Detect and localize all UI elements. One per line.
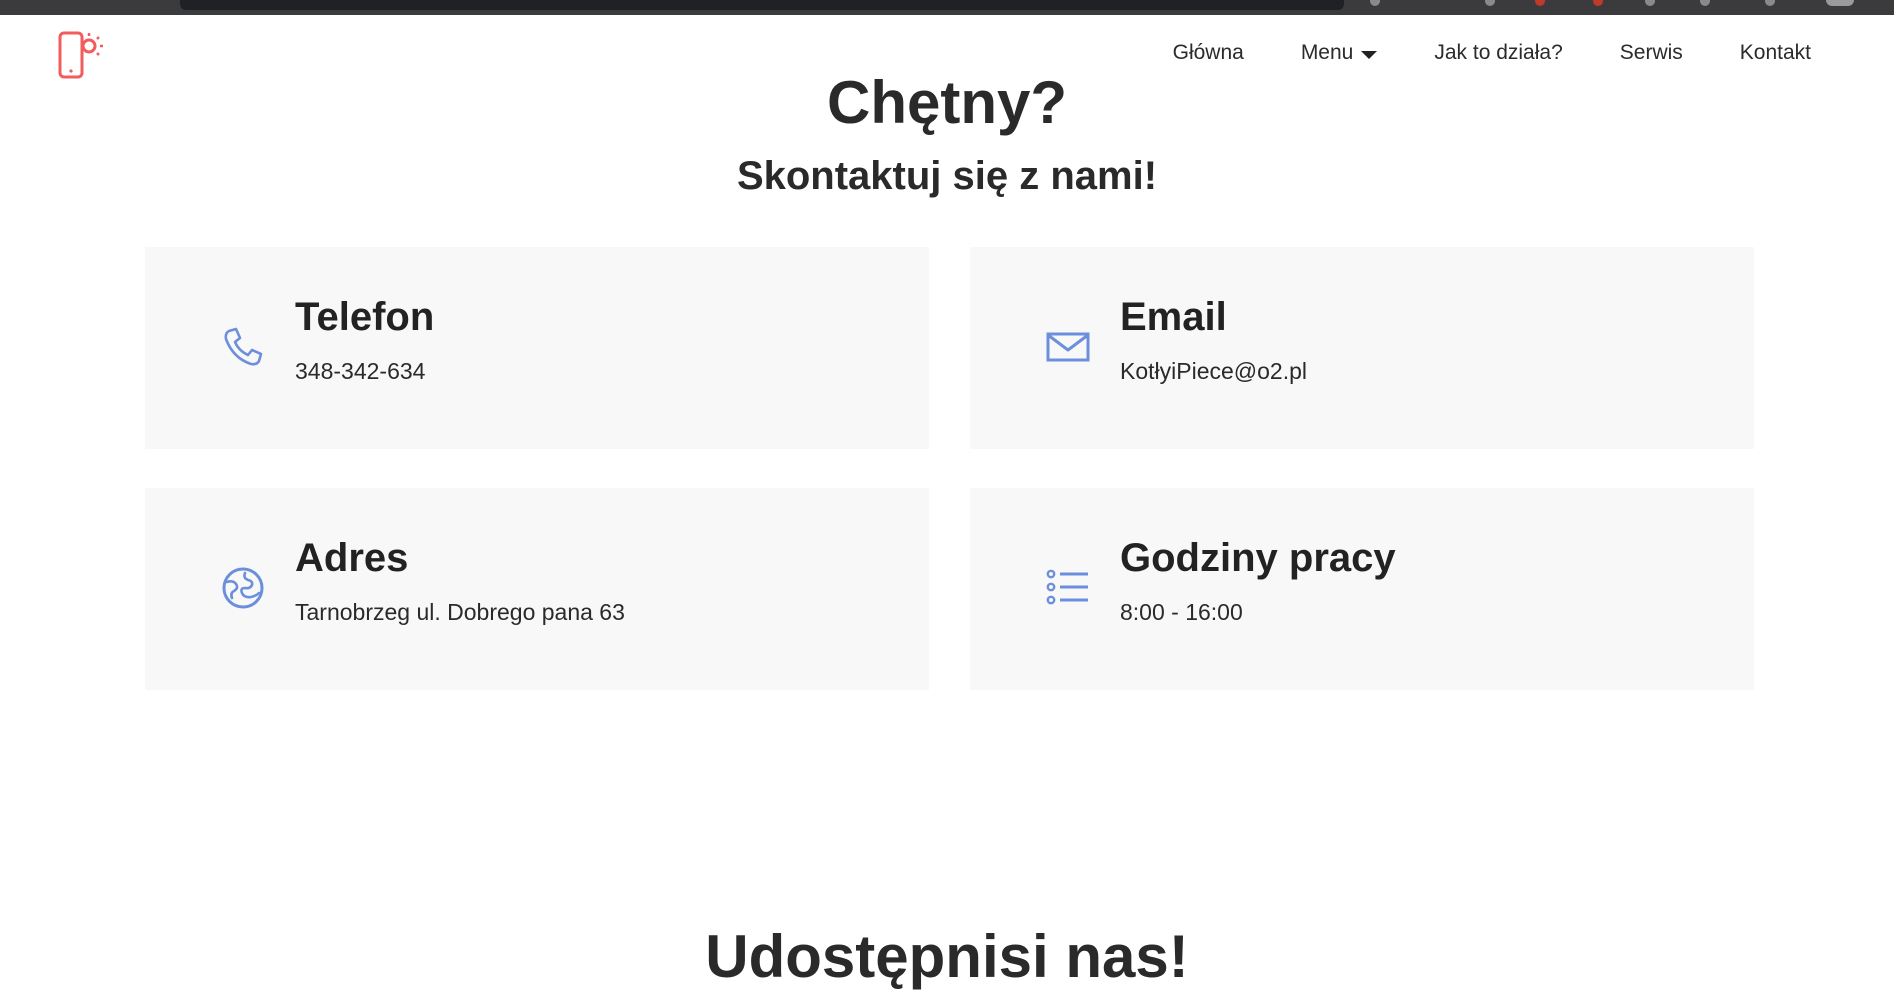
page-subtitle: Skontaktuj się z nami!: [736, 154, 1158, 198]
browser-toolbar: [0, 0, 1894, 15]
mail-icon: [1046, 325, 1090, 369]
profile-avatar[interactable]: [1826, 0, 1854, 6]
phone-number[interactable]: 348-342-634: [295, 357, 425, 385]
working-hours: 8:00 - 16:00: [1120, 599, 1243, 625]
nav-item-kontakt[interactable]: Kontakt: [1740, 41, 1811, 65]
address-text: Tarnobrzeg ul. Dobrego pana 63: [295, 599, 625, 625]
nav-item-label: Serwis: [1619, 41, 1683, 64]
extension-icon[interactable]: [1593, 0, 1603, 6]
card-title: Email: [1120, 295, 1227, 339]
nav-item-label: Menu: [1300, 41, 1354, 64]
card-title: Adres: [295, 536, 409, 580]
extension-icon[interactable]: [1535, 0, 1545, 6]
email-address[interactable]: KotłyiPiece@o2.pl: [1120, 357, 1307, 385]
page-title: Chętny?: [827, 69, 1067, 136]
section-title: Udostępnisi nas!: [705, 923, 1189, 990]
nav-item-menu[interactable]: Menu: [1301, 41, 1378, 65]
nav-item-jak-to-dziala[interactable]: Jak to działa?: [1434, 41, 1562, 65]
extension-icon[interactable]: [1485, 0, 1495, 6]
nav-item-glowna[interactable]: Główna: [1173, 41, 1244, 65]
nav-item-serwis[interactable]: Serwis: [1620, 41, 1683, 65]
card-title: Telefon: [295, 295, 435, 339]
list-icon: [1046, 566, 1090, 610]
extension-icon[interactable]: [1370, 0, 1380, 6]
contact-card-phone: Telefon 348-342-634: [145, 247, 929, 449]
address-bar[interactable]: [180, 0, 1344, 10]
nav-item-label: Kontakt: [1739, 41, 1811, 64]
card-title: Godziny pracy: [1120, 536, 1396, 580]
contact-card-hours: Godziny pracy 8:00 - 16:00: [970, 488, 1754, 690]
nav-item-label: Główna: [1172, 41, 1244, 64]
extension-icon[interactable]: [1765, 0, 1775, 6]
phone-icon: [221, 325, 265, 369]
contact-card-address: Adres Tarnobrzeg ul. Dobrego pana 63: [145, 488, 929, 690]
globe-icon: [221, 566, 265, 610]
caret-down-icon: [1361, 50, 1378, 59]
extension-icon[interactable]: [1700, 0, 1710, 6]
nav-item-label: Jak to działa?: [1434, 41, 1563, 64]
main-nav: Główna Menu Jak to działa? Serwis Kontak…: [1173, 41, 1811, 65]
extension-icon[interactable]: [1645, 0, 1655, 6]
contact-card-email: Email KotłyiPiece@o2.pl: [970, 247, 1754, 449]
